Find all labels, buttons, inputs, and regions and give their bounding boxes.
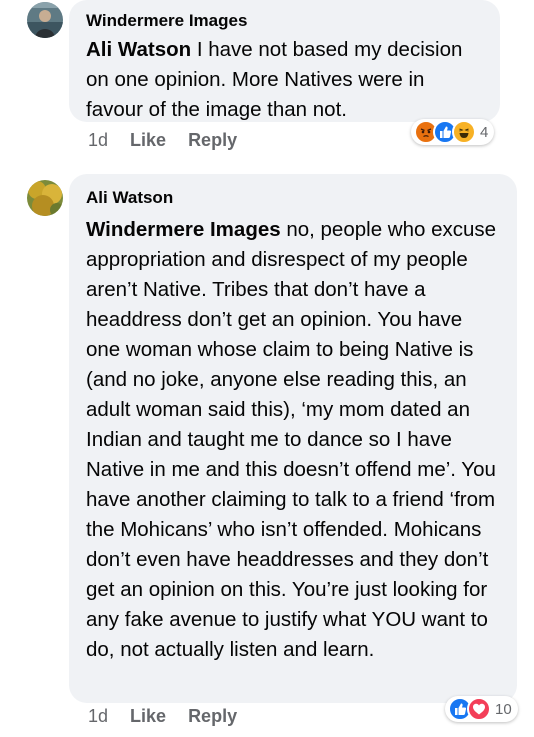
comment-author[interactable]: Ali Watson: [86, 187, 501, 209]
comment-author[interactable]: Windermere Images: [86, 10, 484, 32]
comment-actions: 1d Like Reply: [88, 128, 259, 152]
comment-body: no, people who excuse appropriation and …: [86, 218, 497, 661]
comment-timestamp[interactable]: 1d: [88, 130, 108, 151]
reaction-count: 4: [480, 123, 489, 141]
like-button[interactable]: Like: [130, 706, 166, 727]
comment-bubble: Ali Watson Windermere Images no, people …: [69, 174, 517, 703]
reaction-count: 10: [495, 700, 512, 718]
reaction-summary[interactable]: 10: [445, 696, 518, 722]
comment-timestamp[interactable]: 1d: [88, 706, 108, 727]
mention-link[interactable]: Windermere Images: [86, 218, 281, 241]
comment-bubble: Windermere Images Ali Watson I have not …: [69, 0, 500, 122]
comment-actions: 1d Like Reply: [88, 704, 259, 728]
avatar-windermere-images[interactable]: [27, 2, 63, 38]
comment-windermere-images: Windermere Images Ali Watson I have not …: [0, 0, 534, 160]
reply-button[interactable]: Reply: [188, 130, 237, 151]
comment-text: Windermere Images no, people who excuse …: [86, 215, 501, 665]
mention-link[interactable]: Ali Watson: [86, 38, 191, 61]
love-icon: [467, 697, 491, 721]
reply-button[interactable]: Reply: [188, 706, 237, 727]
like-button[interactable]: Like: [130, 130, 166, 151]
comment-text: Ali Watson I have not based my decision …: [86, 35, 484, 125]
comment-ali-watson: Ali Watson Windermere Images no, people …: [0, 170, 534, 737]
haha-icon: [452, 120, 476, 144]
reaction-summary[interactable]: 4: [411, 119, 495, 145]
avatar-ali-watson[interactable]: [27, 180, 63, 216]
